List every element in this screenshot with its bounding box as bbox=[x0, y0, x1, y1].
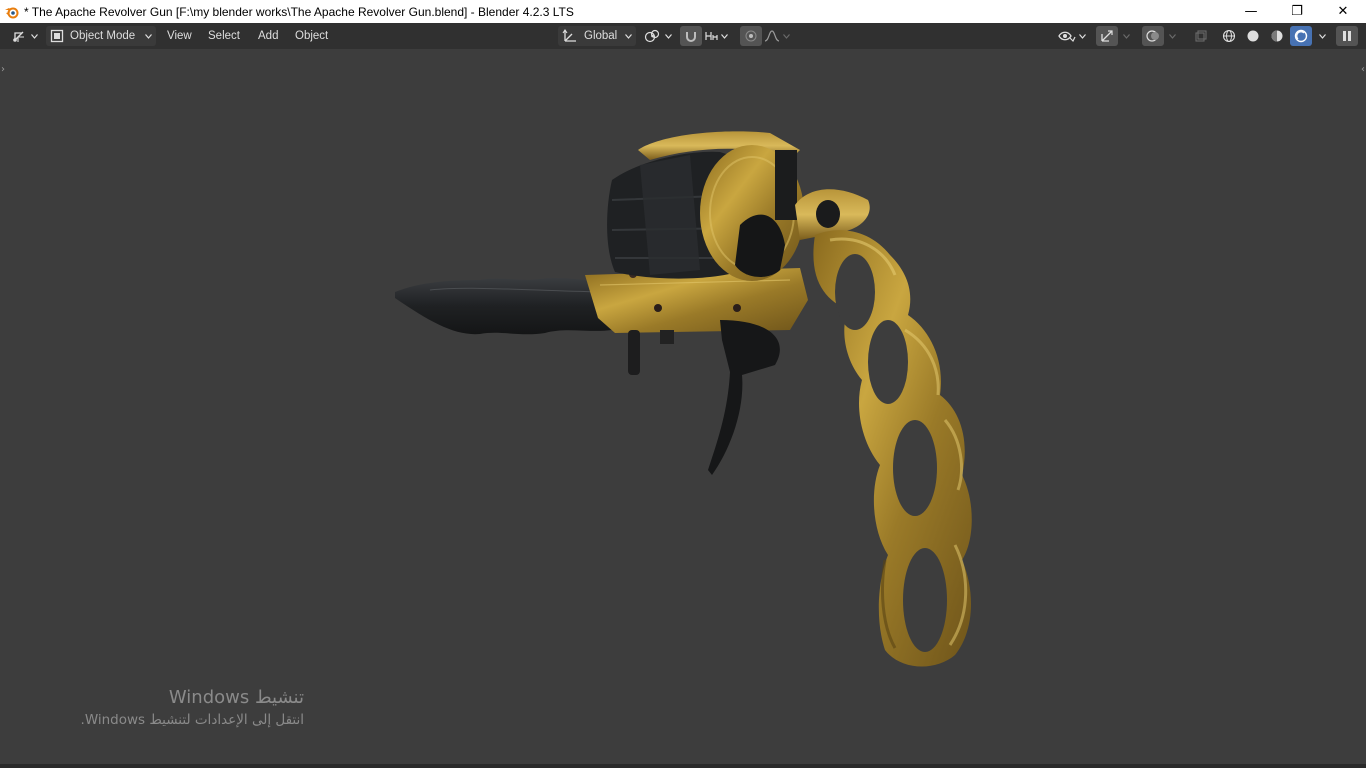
window-titlebar: * The Apache Revolver Gun [F:\my blender… bbox=[0, 0, 1366, 23]
chevron-down-icon bbox=[1079, 33, 1086, 39]
solid-shading-button[interactable] bbox=[1242, 26, 1264, 46]
material-preview-icon bbox=[1271, 30, 1283, 42]
solid-shading-icon bbox=[1247, 30, 1259, 42]
window-title: * The Apache Revolver Gun [F:\my blender… bbox=[24, 4, 574, 19]
knife-blade bbox=[395, 277, 612, 335]
mode-dropdown[interactable]: Object Mode bbox=[46, 26, 156, 46]
rendered-shading-button[interactable] bbox=[1290, 26, 1312, 46]
object-visibility-dropdown[interactable] bbox=[1058, 26, 1086, 46]
status-bar bbox=[0, 764, 1366, 768]
close-button[interactable]: ✕ bbox=[1320, 0, 1366, 23]
chevron-down-icon bbox=[665, 33, 672, 39]
trigger bbox=[708, 320, 780, 475]
pivot-point-dropdown[interactable] bbox=[644, 26, 672, 46]
sidebar-expand-arrow[interactable]: ‹ bbox=[1361, 64, 1365, 75]
pivot-point-icon bbox=[644, 29, 660, 43]
windows-activation-watermark: تنشيط Windows انتقل إلى الإعدادات لتنشيط… bbox=[81, 687, 304, 728]
3d-viewport[interactable]: › ‹ تنشيط Windows انتقل إلى الإعدادات لت… bbox=[0, 49, 1366, 768]
overlay-icon bbox=[1146, 30, 1159, 42]
minimize-button[interactable]: — bbox=[1228, 0, 1274, 23]
menu-add[interactable]: Add bbox=[252, 26, 284, 46]
object-visibility-icon bbox=[1058, 31, 1076, 43]
3d-viewport-icon bbox=[13, 31, 24, 42]
gizmo-icon bbox=[1101, 30, 1113, 42]
chevron-down-icon bbox=[721, 33, 728, 39]
gizmo-dropdown[interactable] bbox=[1120, 26, 1130, 46]
xray-icon bbox=[1195, 30, 1207, 42]
proportional-editing-toggle[interactable] bbox=[740, 26, 762, 46]
material-preview-button[interactable] bbox=[1266, 26, 1288, 46]
snap-toggle[interactable] bbox=[680, 26, 702, 46]
proportional-editing-icon bbox=[745, 30, 757, 42]
xray-toggle[interactable] bbox=[1190, 26, 1212, 46]
viewport-header: Object Mode View Select Add Object Globa… bbox=[0, 23, 1366, 49]
gizmo-toggle[interactable] bbox=[1096, 26, 1118, 46]
falloff-curve-icon bbox=[764, 30, 780, 42]
chevron-down-icon bbox=[31, 33, 38, 39]
snap-increment-icon bbox=[705, 32, 718, 40]
overlay-toggle[interactable] bbox=[1142, 26, 1164, 46]
snap-target-dropdown[interactable] bbox=[704, 26, 728, 46]
editor-type-button[interactable] bbox=[10, 26, 40, 46]
activation-title: تنشيط Windows bbox=[168, 687, 304, 708]
orientation-label: Global bbox=[584, 30, 618, 42]
pause-render-button[interactable] bbox=[1336, 26, 1358, 46]
toolbar-expand-arrow[interactable]: › bbox=[1, 64, 5, 75]
chevron-down-icon bbox=[1169, 33, 1176, 39]
blender-logo-icon bbox=[5, 7, 19, 18]
knuckle-grip bbox=[813, 230, 972, 667]
mode-label: Object Mode bbox=[70, 30, 136, 42]
wireframe-shading-button[interactable] bbox=[1218, 26, 1240, 46]
shading-options-dropdown[interactable] bbox=[1316, 26, 1326, 46]
overlay-dropdown[interactable] bbox=[1166, 26, 1176, 46]
menu-view[interactable]: View bbox=[161, 26, 198, 46]
revolver-model bbox=[395, 131, 972, 667]
activation-subtitle: انتقل إلى الإعدادات لتنشيط Windows. bbox=[80, 712, 304, 728]
chevron-down-icon bbox=[625, 33, 632, 39]
menu-object[interactable]: Object bbox=[289, 26, 334, 46]
pause-render-icon bbox=[1343, 31, 1351, 41]
chevron-down-icon bbox=[1319, 33, 1326, 39]
rendered-shading-icon bbox=[1294, 29, 1308, 43]
falloff-dropdown[interactable] bbox=[764, 26, 790, 46]
chevron-down-icon bbox=[145, 33, 152, 39]
transform-orientation-icon bbox=[562, 29, 576, 42]
wireframe-shading-icon bbox=[1222, 29, 1236, 43]
restore-button[interactable]: ❐ bbox=[1274, 0, 1320, 23]
transform-orientation-dropdown[interactable]: Global bbox=[558, 26, 636, 46]
menu-select[interactable]: Select bbox=[202, 26, 246, 46]
chevron-down-icon bbox=[1123, 33, 1130, 39]
snap-magnet-icon bbox=[686, 32, 696, 42]
chevron-down-icon bbox=[783, 33, 790, 39]
object-mode-icon bbox=[50, 29, 64, 43]
